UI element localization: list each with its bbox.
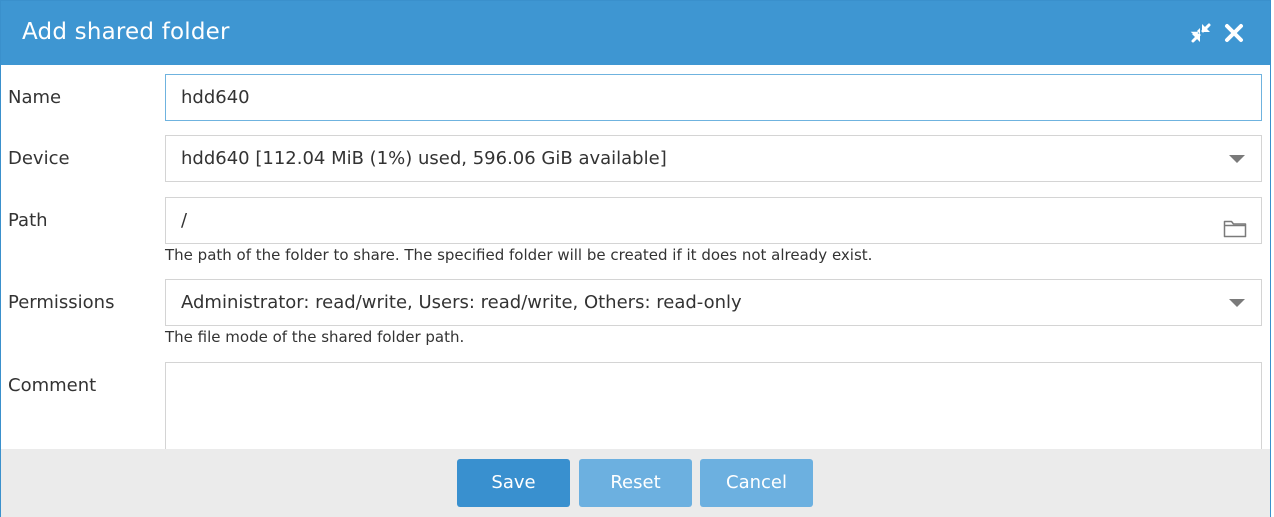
reset-button[interactable]: Reset xyxy=(579,459,692,507)
permissions-select-value: Administrator: read/write, Users: read/w… xyxy=(181,292,742,313)
save-button[interactable]: Save xyxy=(457,459,570,507)
permissions-label: Permissions xyxy=(8,292,115,313)
dropdown-arrow-icon[interactable] xyxy=(1229,299,1245,307)
name-input[interactable]: hdd640 xyxy=(165,74,1262,121)
permissions-select[interactable]: Administrator: read/write, Users: read/w… xyxy=(165,279,1262,326)
device-label: Device xyxy=(8,148,70,169)
dialog-title: Add shared folder xyxy=(22,19,230,45)
add-shared-folder-dialog: Add shared folder Name hdd640 Device hdd… xyxy=(0,0,1271,517)
dialog-footer: Save Reset Cancel xyxy=(1,449,1270,517)
permissions-hint: The file mode of the shared folder path. xyxy=(165,328,465,346)
comment-label: Comment xyxy=(8,375,97,396)
path-input-value: / xyxy=(181,210,188,231)
dropdown-arrow-icon[interactable] xyxy=(1229,155,1245,163)
name-label: Name xyxy=(8,87,62,108)
collapse-icon[interactable] xyxy=(1189,21,1213,45)
path-input[interactable]: / xyxy=(165,197,1262,244)
path-hint: The path of the folder to share. The spe… xyxy=(165,246,873,264)
close-icon[interactable] xyxy=(1222,21,1246,45)
folder-icon[interactable] xyxy=(1223,210,1247,238)
name-input-value: hdd640 xyxy=(181,87,250,108)
comment-textarea[interactable] xyxy=(165,362,1262,462)
device-select-value: hdd640 [112.04 MiB (1%) used, 596.06 GiB… xyxy=(181,148,667,169)
path-label: Path xyxy=(8,210,48,231)
device-select[interactable]: hdd640 [112.04 MiB (1%) used, 596.06 GiB… xyxy=(165,135,1262,182)
dialog-titlebar[interactable]: Add shared folder xyxy=(1,1,1270,65)
cancel-button[interactable]: Cancel xyxy=(700,459,813,507)
